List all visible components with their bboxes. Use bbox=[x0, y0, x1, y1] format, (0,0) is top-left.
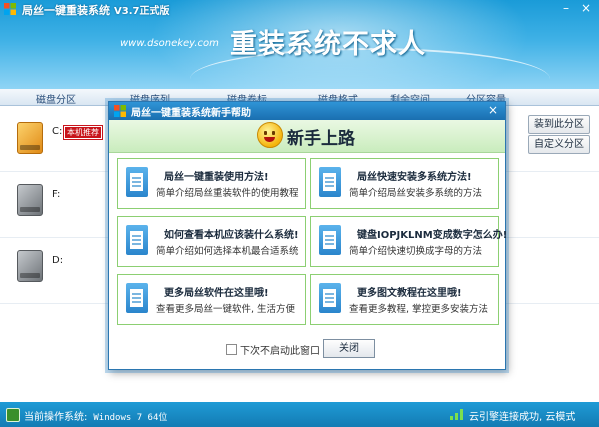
custom-partition-button[interactable]: 自定义分区 bbox=[528, 135, 590, 154]
dialog-banner: 新手上路 bbox=[109, 120, 505, 153]
install-to-partition-button[interactable]: 装到此分区 bbox=[528, 115, 590, 134]
document-icon bbox=[319, 225, 341, 255]
dialog-titlebar[interactable]: 局丝一键重装系统新手帮助 × bbox=[109, 102, 505, 120]
dialog-title: 局丝一键重装系统新手帮助 bbox=[131, 108, 251, 119]
card-title: 局丝一键重装使用方法! bbox=[164, 172, 269, 183]
smiley-icon bbox=[257, 122, 283, 148]
site-url: www.dsonekey.com bbox=[120, 38, 219, 49]
document-icon bbox=[126, 225, 148, 255]
help-dialog: 局丝一键重装系统新手帮助 × 新手上路 局丝一键重装使用方法! 简单介绍局丝重装… bbox=[108, 101, 507, 370]
card-desc: 查看更多教程, 掌控更多安装方法 bbox=[349, 304, 489, 315]
drive-letter: F: bbox=[52, 189, 61, 200]
card-title: 更多图文教程在这里哦! bbox=[357, 288, 462, 299]
dialog-close-icon[interactable]: × bbox=[487, 103, 499, 117]
current-os: 当前操作系统: Windows 7 64位 bbox=[24, 412, 168, 423]
help-card-more-tutorials[interactable]: 更多图文教程在这里哦! 查看更多教程, 掌控更多安装方法 bbox=[310, 274, 499, 325]
drive-letter: C: bbox=[52, 126, 63, 137]
hard-drive-icon bbox=[17, 122, 43, 154]
card-desc: 简单介绍局丝安装多系统的方法 bbox=[349, 188, 483, 199]
os-name: Windows 7 64位 bbox=[93, 413, 168, 423]
card-desc: 查看更多局丝一键软件, 生活方便 bbox=[156, 304, 296, 315]
app-header: 局丝一键重装系统 V3.7正式版 – × www.dsonekey.com 重装系… bbox=[0, 0, 599, 89]
cloud-status: 云引擎连接成功, 云模式 bbox=[469, 412, 576, 423]
app-version: V3.7正式版 bbox=[114, 6, 170, 17]
close-window-button[interactable]: × bbox=[579, 1, 593, 15]
window-controls: – × bbox=[559, 1, 593, 15]
dont-show-label: 下次不启动此窗口 bbox=[240, 346, 320, 357]
document-icon bbox=[126, 283, 148, 313]
title-bar[interactable]: 局丝一键重装系统 V3.7正式版 – × bbox=[0, 0, 599, 18]
windows-logo-icon bbox=[4, 3, 16, 15]
document-icon bbox=[126, 167, 148, 197]
card-desc: 简单介绍局丝重装软件的使用教程 bbox=[156, 188, 299, 199]
hard-drive-icon bbox=[17, 184, 43, 216]
recommend-badge: 本机推荐 bbox=[63, 125, 103, 140]
status-bar: 当前操作系统: Windows 7 64位 云引擎连接成功, 云模式 bbox=[0, 402, 599, 427]
card-title: 局丝快速安装多系统方法! bbox=[357, 172, 472, 183]
help-card-keyboard[interactable]: 键盘IOPJKLNM变成数字怎么办! 简单介绍快速切换成字母的方法 bbox=[310, 216, 507, 267]
help-card-choose-system[interactable]: 如何查看本机应该装什么系统! 简单介绍如何选择本机最合适系统 bbox=[117, 216, 306, 267]
hard-drive-icon bbox=[17, 250, 43, 282]
card-desc: 简单介绍如何选择本机最合适系统 bbox=[156, 246, 299, 257]
drive-letter: D: bbox=[52, 255, 64, 266]
card-title: 如何查看本机应该装什么系统! bbox=[164, 230, 299, 241]
help-card-multi-system[interactable]: 局丝快速安装多系统方法! 简单介绍局丝安装多系统的方法 bbox=[310, 158, 499, 209]
windows-logo-icon bbox=[114, 105, 126, 117]
dont-show-checkbox[interactable] bbox=[226, 344, 237, 355]
document-icon bbox=[319, 283, 341, 313]
help-card-more-software[interactable]: 更多局丝软件在这里哦! 查看更多局丝一键软件, 生活方便 bbox=[117, 274, 306, 325]
dialog-heading: 新手上路 bbox=[287, 129, 355, 149]
help-card-usage[interactable]: 局丝一键重装使用方法! 简单介绍局丝重装软件的使用教程 bbox=[117, 158, 306, 209]
dont-show-option[interactable]: 下次不启动此窗口 bbox=[226, 342, 320, 357]
minimize-button[interactable]: – bbox=[559, 1, 573, 15]
card-desc: 简单介绍快速切换成字母的方法 bbox=[349, 246, 483, 257]
document-icon bbox=[319, 167, 341, 197]
signal-icon bbox=[450, 409, 463, 420]
slogan: 重装系统不求人 bbox=[230, 29, 426, 60]
system-status-icon bbox=[6, 408, 20, 422]
app-title: 局丝一键重装系统 V3.7正式版 bbox=[22, 4, 170, 17]
close-button[interactable]: 关闭 bbox=[323, 339, 375, 358]
col-partition: 磁盘分区 bbox=[36, 95, 76, 106]
card-title: 更多局丝软件在这里哦! bbox=[164, 288, 269, 299]
card-title: 键盘IOPJKLNM变成数字怎么办! bbox=[357, 230, 508, 241]
